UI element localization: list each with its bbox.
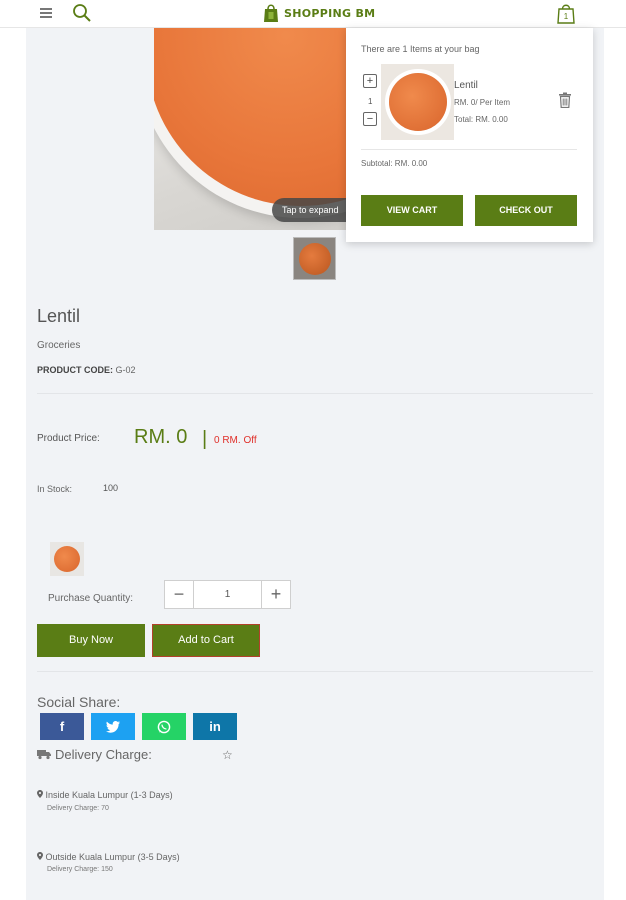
add-to-cart-button[interactable]: Add to Cart bbox=[152, 624, 260, 657]
whatsapp-icon bbox=[157, 720, 171, 734]
quantity-decrease-button[interactable]: − bbox=[164, 580, 194, 609]
bag-count: 1 bbox=[564, 12, 569, 21]
whatsapp-share-button[interactable] bbox=[142, 713, 186, 740]
cart-divider bbox=[361, 149, 577, 150]
truck-icon bbox=[37, 750, 51, 760]
product-code-label: PRODUCT CODE: bbox=[37, 365, 113, 375]
product-code-value: G-02 bbox=[115, 365, 136, 375]
price-label: Product Price: bbox=[37, 433, 100, 444]
cart-item-total: Total: RM. 0.00 bbox=[454, 115, 508, 124]
top-header: SHOPPING BM 1 bbox=[0, 0, 626, 28]
shopping-bag-icon[interactable]: 1 bbox=[556, 2, 576, 24]
star-icon[interactable]: ☆ bbox=[222, 748, 233, 762]
facebook-share-button[interactable]: f bbox=[40, 713, 84, 740]
price-separator: | bbox=[202, 428, 208, 450]
cart-decrease-button[interactable]: − bbox=[363, 112, 377, 126]
delivery-zone: Inside Kuala Lumpur (1-3 Days) bbox=[37, 790, 173, 800]
cart-item-count-text: There are 1 Items at your bag bbox=[361, 44, 480, 54]
stock-value: 100 bbox=[103, 483, 119, 493]
shopping-bag-logo-icon bbox=[264, 4, 278, 22]
delivery-charge-heading: Delivery Charge: bbox=[37, 747, 152, 762]
delivery-zone: Outside Kuala Lumpur (3-5 Days) bbox=[37, 852, 180, 862]
product-code: PRODUCT CODE: G-02 bbox=[37, 365, 136, 375]
hamburger-menu-icon[interactable] bbox=[40, 8, 52, 18]
view-cart-button[interactable]: VIEW CART bbox=[361, 195, 463, 226]
linkedin-share-button[interactable]: in bbox=[193, 713, 237, 740]
linkedin-icon: in bbox=[209, 719, 221, 734]
delivery-zone-charge: Delivery Charge: 150 bbox=[47, 866, 113, 873]
checkout-button[interactable]: CHECK OUT bbox=[475, 195, 577, 226]
divider bbox=[37, 393, 593, 394]
product-price: RM. 0 bbox=[134, 426, 188, 448]
quantity-input[interactable]: 1 bbox=[194, 580, 261, 609]
cart-dropdown: There are 1 Items at your bag + 1 − Lent… bbox=[346, 28, 593, 242]
cart-item-price: RM. 0/ Per Item bbox=[454, 98, 511, 107]
search-icon[interactable] bbox=[72, 3, 92, 23]
cart-item-quantity: 1 bbox=[368, 97, 373, 106]
cart-item-image bbox=[381, 64, 454, 140]
delivery-zone-charge: Delivery Charge: 70 bbox=[47, 805, 109, 812]
product-variant-thumbnail[interactable] bbox=[50, 542, 84, 576]
cart-item-name: Lentil bbox=[454, 80, 478, 91]
cart-increase-button[interactable]: + bbox=[363, 74, 377, 88]
location-pin-icon bbox=[37, 852, 43, 860]
product-title: Lentil bbox=[37, 306, 81, 326]
delivery-charge-label: Delivery Charge: bbox=[55, 747, 152, 762]
discount-text: 0 RM. Off bbox=[214, 435, 257, 446]
delivery-zone-name: Outside Kuala Lumpur (3-5 Days) bbox=[45, 852, 180, 862]
twitter-share-button[interactable] bbox=[91, 713, 135, 740]
location-pin-icon bbox=[37, 790, 43, 798]
buy-now-button[interactable]: Buy Now bbox=[37, 624, 145, 657]
divider bbox=[37, 671, 593, 672]
delivery-zone-name: Inside Kuala Lumpur (1-3 Days) bbox=[45, 790, 173, 800]
trash-icon[interactable] bbox=[558, 92, 572, 108]
twitter-icon bbox=[106, 721, 120, 733]
gallery-thumbnail[interactable] bbox=[293, 237, 336, 280]
stock-label: In Stock: bbox=[37, 484, 73, 494]
quantity-label: Purchase Quantity: bbox=[48, 593, 134, 604]
social-share-label: Social Share: bbox=[37, 694, 121, 710]
logo-text: SHOPPING BM bbox=[284, 6, 376, 20]
cart-subtotal: Subtotal: RM. 0.00 bbox=[361, 159, 428, 168]
quantity-increase-button[interactable]: + bbox=[261, 580, 291, 609]
facebook-icon: f bbox=[59, 719, 65, 734]
product-category: Groceries bbox=[37, 340, 81, 351]
site-logo[interactable]: SHOPPING BM bbox=[262, 3, 375, 23]
